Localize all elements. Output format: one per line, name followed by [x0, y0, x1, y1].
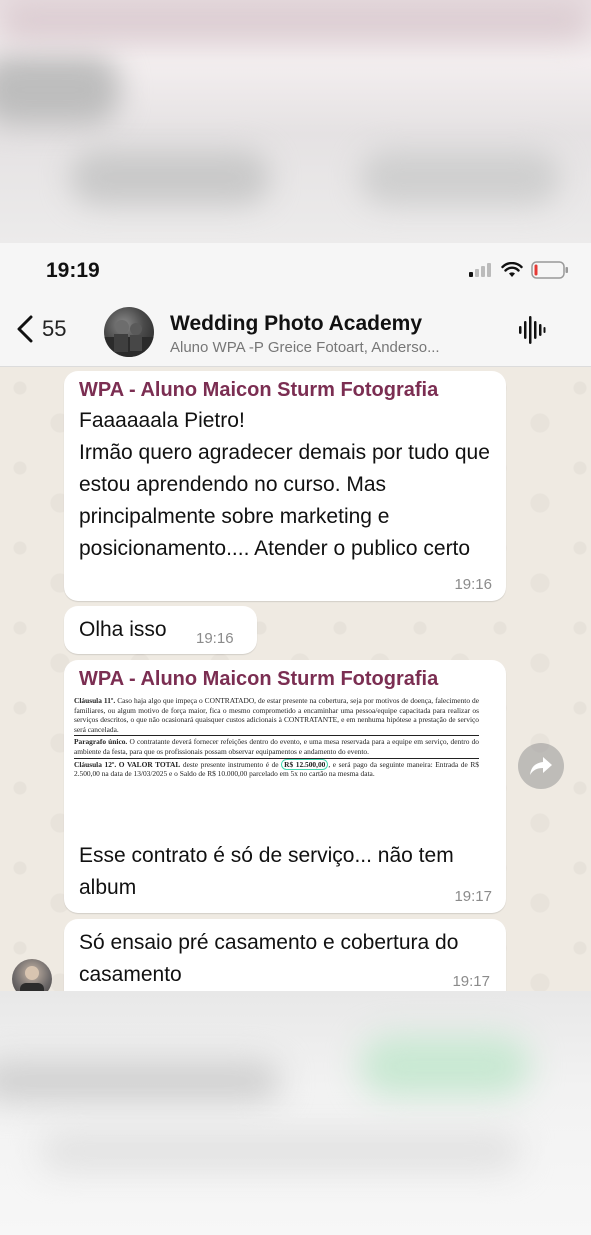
- contract-clause-12: Cláusula 12º. O VALOR TOTAL deste presen…: [74, 758, 479, 779]
- blurred-background-top: [0, 0, 591, 243]
- blurred-background-bottom: [0, 991, 591, 1235]
- highlighted-total-value: R$ 12.500,00: [281, 758, 329, 770]
- message-time: 19:16: [454, 576, 492, 593]
- message-bubble[interactable]: WPA - Aluno Maicon Sturm Fotografia Faaa…: [64, 371, 506, 601]
- contract-clause-11: Cláusula 11º. Caso haja algo que impeça …: [74, 696, 479, 734]
- chevron-left-icon: [17, 315, 33, 343]
- message-time: 19:17: [452, 973, 490, 990]
- whatsapp-chat-screenshot: 19:19 55 Wedding Photo Academy Aluno WPA…: [0, 243, 591, 991]
- group-avatar[interactable]: [104, 307, 154, 357]
- forward-button[interactable]: [518, 743, 564, 789]
- status-icons: [469, 261, 569, 279]
- chat-header: 55 Wedding Photo Academy Aluno WPA -P Gr…: [0, 293, 591, 367]
- signal-icon: [469, 263, 491, 277]
- chat-messages: WPA - Aluno Maicon Sturm Fotografia Faaa…: [0, 368, 591, 991]
- message-text: Só ensaio pré casamento e cobertura do c…: [79, 931, 459, 986]
- status-time: 19:19: [46, 259, 100, 282]
- back-button[interactable]: 55: [16, 315, 66, 343]
- contract-image[interactable]: Cláusula 11º. Caso haja algo que impeça …: [74, 696, 479, 822]
- battery-icon: [531, 261, 568, 279]
- message-text: Olha isso: [79, 618, 167, 641]
- message-bubble[interactable]: Só ensaio pré casamento e cobertura do c…: [64, 919, 506, 991]
- message-time: 19:16: [196, 630, 234, 647]
- group-name[interactable]: Wedding Photo Academy: [170, 312, 422, 336]
- group-members[interactable]: Aluno WPA -P Greice Fotoart, Anderso...: [170, 339, 510, 356]
- message-sender: WPA - Aluno Maicon Sturm Fotografia: [79, 379, 439, 401]
- contract-paragraph: Paragrafo único. O contratante deverá fo…: [74, 737, 479, 756]
- message-sender: WPA - Aluno Maicon Sturm Fotografia: [79, 668, 439, 690]
- status-bar: 19:19: [0, 243, 591, 293]
- voice-chat-icon[interactable]: [518, 315, 546, 345]
- message-text: Faaaaaala Pietro! Irmão quero agradecer …: [79, 409, 490, 560]
- message-bubble[interactable]: WPA - Aluno Maicon Sturm Fotografia Cláu…: [64, 660, 506, 913]
- message-text: Esse contrato é só de serviço... não tem…: [79, 844, 454, 899]
- wifi-icon: [501, 262, 523, 277]
- message-bubble[interactable]: Olha isso 19:16: [64, 606, 257, 654]
- forward-arrow-icon: [530, 757, 552, 775]
- unread-count: 55: [42, 316, 67, 341]
- message-time: 19:17: [454, 888, 492, 905]
- sender-avatar[interactable]: [12, 959, 52, 991]
